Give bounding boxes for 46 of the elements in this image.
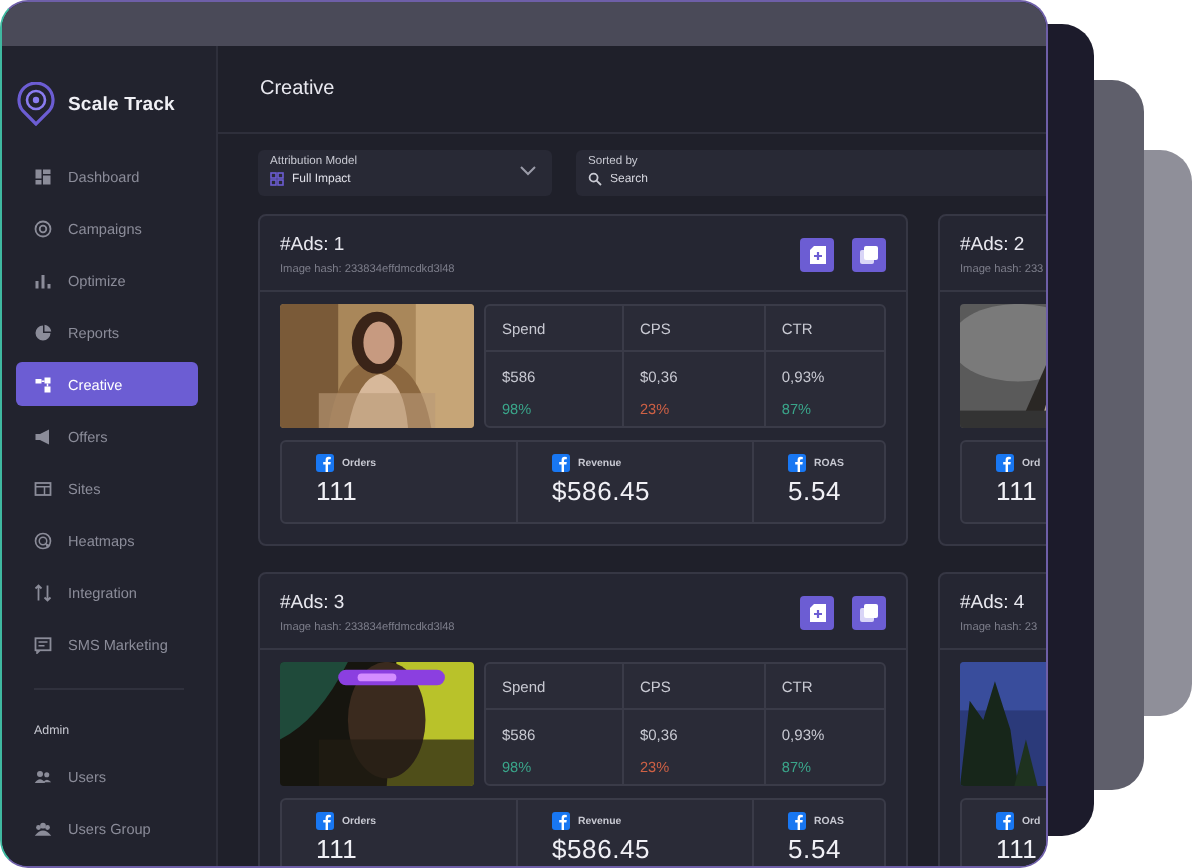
page-title: Creative <box>260 78 335 100</box>
arrows-icon <box>34 583 52 601</box>
search-icon <box>588 172 602 186</box>
stat-value: 5.54 <box>788 476 844 506</box>
chevron-down-icon <box>520 166 536 176</box>
browser-icon <box>34 479 52 497</box>
bar-chart-icon <box>34 271 52 289</box>
stat-value: 5.54 <box>788 834 844 864</box>
ad-title: #Ads: 3 <box>280 592 345 614</box>
stat-value: 111 <box>996 476 1040 506</box>
add-file-button[interactable] <box>800 238 834 272</box>
cursor-target-icon <box>34 531 52 549</box>
brand-name: Scale Track <box>68 93 175 115</box>
target-icon <box>34 219 52 237</box>
stat-value: $586.45 <box>552 834 653 864</box>
user-group-icon <box>34 819 52 837</box>
message-icon <box>34 635 52 653</box>
ad-title: #Ads: 2 <box>960 234 1025 256</box>
copy-button[interactable] <box>852 238 886 272</box>
users-icon <box>34 767 52 785</box>
copy-icon <box>860 246 878 264</box>
nodes-icon <box>34 375 52 393</box>
facebook-icon <box>552 454 570 472</box>
facebook-icon <box>316 812 334 830</box>
megaphone-icon <box>34 427 52 445</box>
copy-icon <box>860 604 878 622</box>
stat-value: 111 <box>996 834 1040 864</box>
logo-icon <box>16 82 56 126</box>
stat-value: $586.45 <box>552 476 653 506</box>
ad-title: #Ads: 4 <box>960 592 1025 614</box>
facebook-icon <box>788 812 806 830</box>
facebook-icon <box>996 812 1014 830</box>
facebook-icon <box>552 812 570 830</box>
facebook-icon <box>316 454 334 472</box>
stat-value: 111 <box>316 834 360 864</box>
ad-title: #Ads: 1 <box>280 234 345 256</box>
pie-chart-icon <box>34 323 52 341</box>
stat-value: 111 <box>316 476 360 506</box>
copy-button[interactable] <box>852 596 886 630</box>
facebook-icon <box>996 454 1014 472</box>
add-file-icon <box>809 604 825 622</box>
add-file-icon <box>809 246 825 264</box>
grid-icon <box>34 167 52 185</box>
grid-icon <box>270 172 284 186</box>
facebook-icon <box>788 454 806 472</box>
add-file-button[interactable] <box>800 596 834 630</box>
